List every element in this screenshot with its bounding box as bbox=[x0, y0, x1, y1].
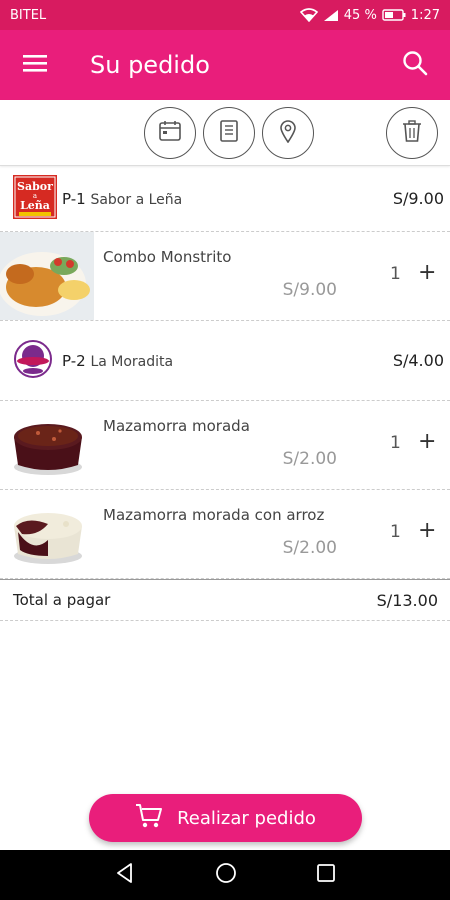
clock: 1:27 bbox=[410, 7, 440, 23]
item-price: S/9.00 bbox=[282, 280, 337, 300]
mazamorra-con-arroz-photo bbox=[8, 502, 88, 570]
back-button[interactable] bbox=[114, 862, 136, 888]
receipt-icon bbox=[220, 120, 238, 146]
hamburger-icon bbox=[23, 53, 47, 77]
increment-button[interactable]: + bbox=[418, 260, 436, 285]
cart-item: Combo Monstrito S/9.00 1 + bbox=[0, 232, 450, 321]
store-name: Sabor a Leña bbox=[90, 191, 183, 208]
store-subtotal: S/9.00 bbox=[392, 189, 444, 208]
store-subtotal: S/4.00 bbox=[392, 351, 444, 370]
cart-item: Mazamorra morada S/2.00 1 + bbox=[0, 401, 450, 490]
total-label: Total a pagar bbox=[13, 591, 111, 609]
increment-button[interactable]: + bbox=[418, 518, 436, 543]
menu-button[interactable] bbox=[0, 30, 70, 100]
battery-icon bbox=[382, 9, 406, 21]
item-quantity: 1 bbox=[390, 433, 401, 453]
mazamorra-morada-photo bbox=[8, 413, 88, 481]
store-header-la-moradita: P-2 La Moradita S/4.00 bbox=[0, 321, 450, 401]
trash-icon bbox=[402, 120, 422, 146]
la-moradita-logo bbox=[13, 339, 53, 383]
item-quantity: 1 bbox=[390, 522, 401, 542]
combo-monstrito-photo bbox=[0, 232, 94, 324]
action-toolbar bbox=[0, 100, 450, 166]
app-bar: Su pedido bbox=[0, 30, 450, 100]
store-code: P-2 bbox=[62, 351, 86, 370]
cart-item: Mazamorra morada con arroz S/2.00 1 + bbox=[0, 490, 450, 579]
cart-icon bbox=[135, 803, 163, 834]
item-price: S/2.00 bbox=[282, 538, 337, 558]
recents-button[interactable] bbox=[316, 863, 336, 887]
place-order-button[interactable]: Realizar pedido bbox=[89, 794, 362, 842]
store-label: P-2 La Moradita bbox=[62, 352, 173, 370]
store-label: P-1 Sabor a Leña bbox=[62, 190, 182, 208]
battery-percent: 45 % bbox=[343, 7, 377, 23]
calendar-icon bbox=[159, 121, 181, 145]
order-list: Sabor a Leña P-1 Sabor a Leña S/9.00 Com… bbox=[0, 166, 450, 621]
wifi-icon bbox=[299, 8, 318, 22]
place-order-label: Realizar pedido bbox=[177, 807, 316, 829]
delete-button[interactable] bbox=[386, 107, 438, 159]
search-button[interactable] bbox=[380, 30, 450, 100]
sabor-a-lena-logo: Sabor a Leña bbox=[13, 174, 57, 223]
carrier-label: BITEL bbox=[10, 7, 47, 23]
store-header-sabor-a-lena: Sabor a Leña P-1 Sabor a Leña S/9.00 bbox=[0, 166, 450, 232]
item-name: Combo Monstrito bbox=[103, 248, 232, 266]
item-quantity: 1 bbox=[390, 264, 401, 284]
item-name: Mazamorra morada con arroz bbox=[103, 506, 325, 524]
calendar-button[interactable] bbox=[144, 107, 196, 159]
location-icon bbox=[279, 119, 297, 147]
search-icon bbox=[402, 50, 428, 80]
location-button[interactable] bbox=[262, 107, 314, 159]
increment-button[interactable]: + bbox=[418, 429, 436, 454]
system-nav-bar bbox=[0, 850, 450, 900]
page-title: Su pedido bbox=[90, 51, 210, 79]
item-name: Mazamorra morada bbox=[103, 417, 250, 435]
receipt-button[interactable] bbox=[203, 107, 255, 159]
status-bar: BITEL 45 % 1:27 bbox=[0, 0, 450, 30]
store-name: La Moradita bbox=[90, 353, 174, 370]
store-code: P-1 bbox=[62, 189, 86, 208]
logo-text-3: Leña bbox=[20, 199, 50, 212]
total-value: S/13.00 bbox=[376, 590, 438, 610]
signal-icon bbox=[323, 9, 339, 22]
item-price: S/2.00 bbox=[282, 449, 337, 469]
home-button[interactable] bbox=[215, 862, 237, 888]
order-total-row: Total a pagar S/13.00 bbox=[0, 579, 450, 621]
